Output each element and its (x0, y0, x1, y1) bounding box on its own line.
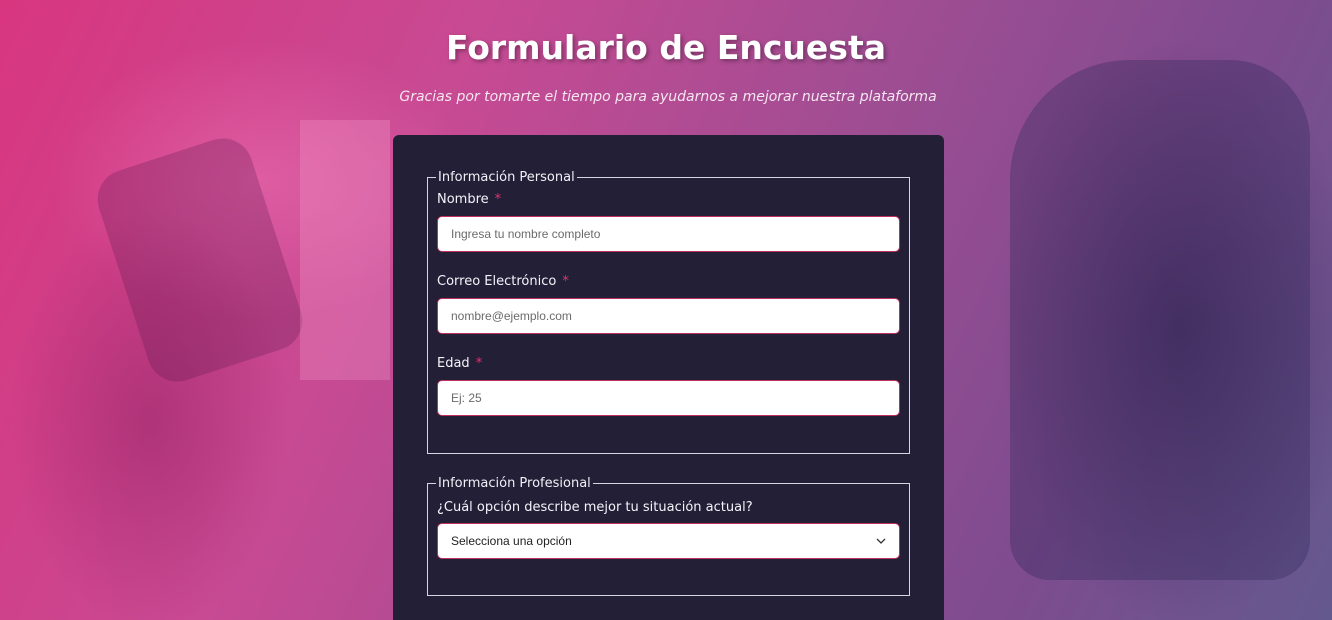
email-label: Correo Electrónico * (437, 274, 900, 289)
survey-form: Información Personal Nombre * Correo Elec… (393, 135, 944, 620)
name-label-text: Nombre (437, 192, 489, 207)
background-figure-right (1010, 60, 1310, 580)
background-figure-left (89, 130, 311, 390)
email-input[interactable] (437, 298, 900, 334)
personal-info-fieldset: Información Personal Nombre * Correo Elec… (427, 170, 910, 454)
professional-info-legend: Información Profesional (438, 476, 591, 491)
required-marker: * (475, 356, 483, 371)
page-subtitle: Gracias por tomarte el tiempo para ayuda… (399, 89, 937, 105)
name-label: Nombre * (437, 192, 900, 207)
situation-label: ¿Cuál opción describe mejor tu situación… (437, 500, 753, 515)
required-marker: * (494, 192, 502, 207)
background-figure-wall (300, 120, 390, 380)
situation-select-value: Selecciona una opción (451, 534, 572, 548)
professional-info-fieldset: Información Profesional ¿Cuál opción des… (427, 476, 910, 596)
email-label-text: Correo Electrónico (437, 274, 557, 289)
name-input[interactable] (437, 216, 900, 252)
page-title: Formulario de Encuesta (445, 28, 886, 67)
chevron-down-icon (876, 538, 886, 544)
situation-select[interactable]: Selecciona una opción (437, 523, 900, 559)
age-label-text: Edad (437, 356, 470, 371)
personal-info-legend: Información Personal (438, 170, 575, 185)
age-input[interactable] (437, 380, 900, 416)
age-label: Edad * (437, 356, 900, 371)
required-marker: * (562, 274, 569, 289)
